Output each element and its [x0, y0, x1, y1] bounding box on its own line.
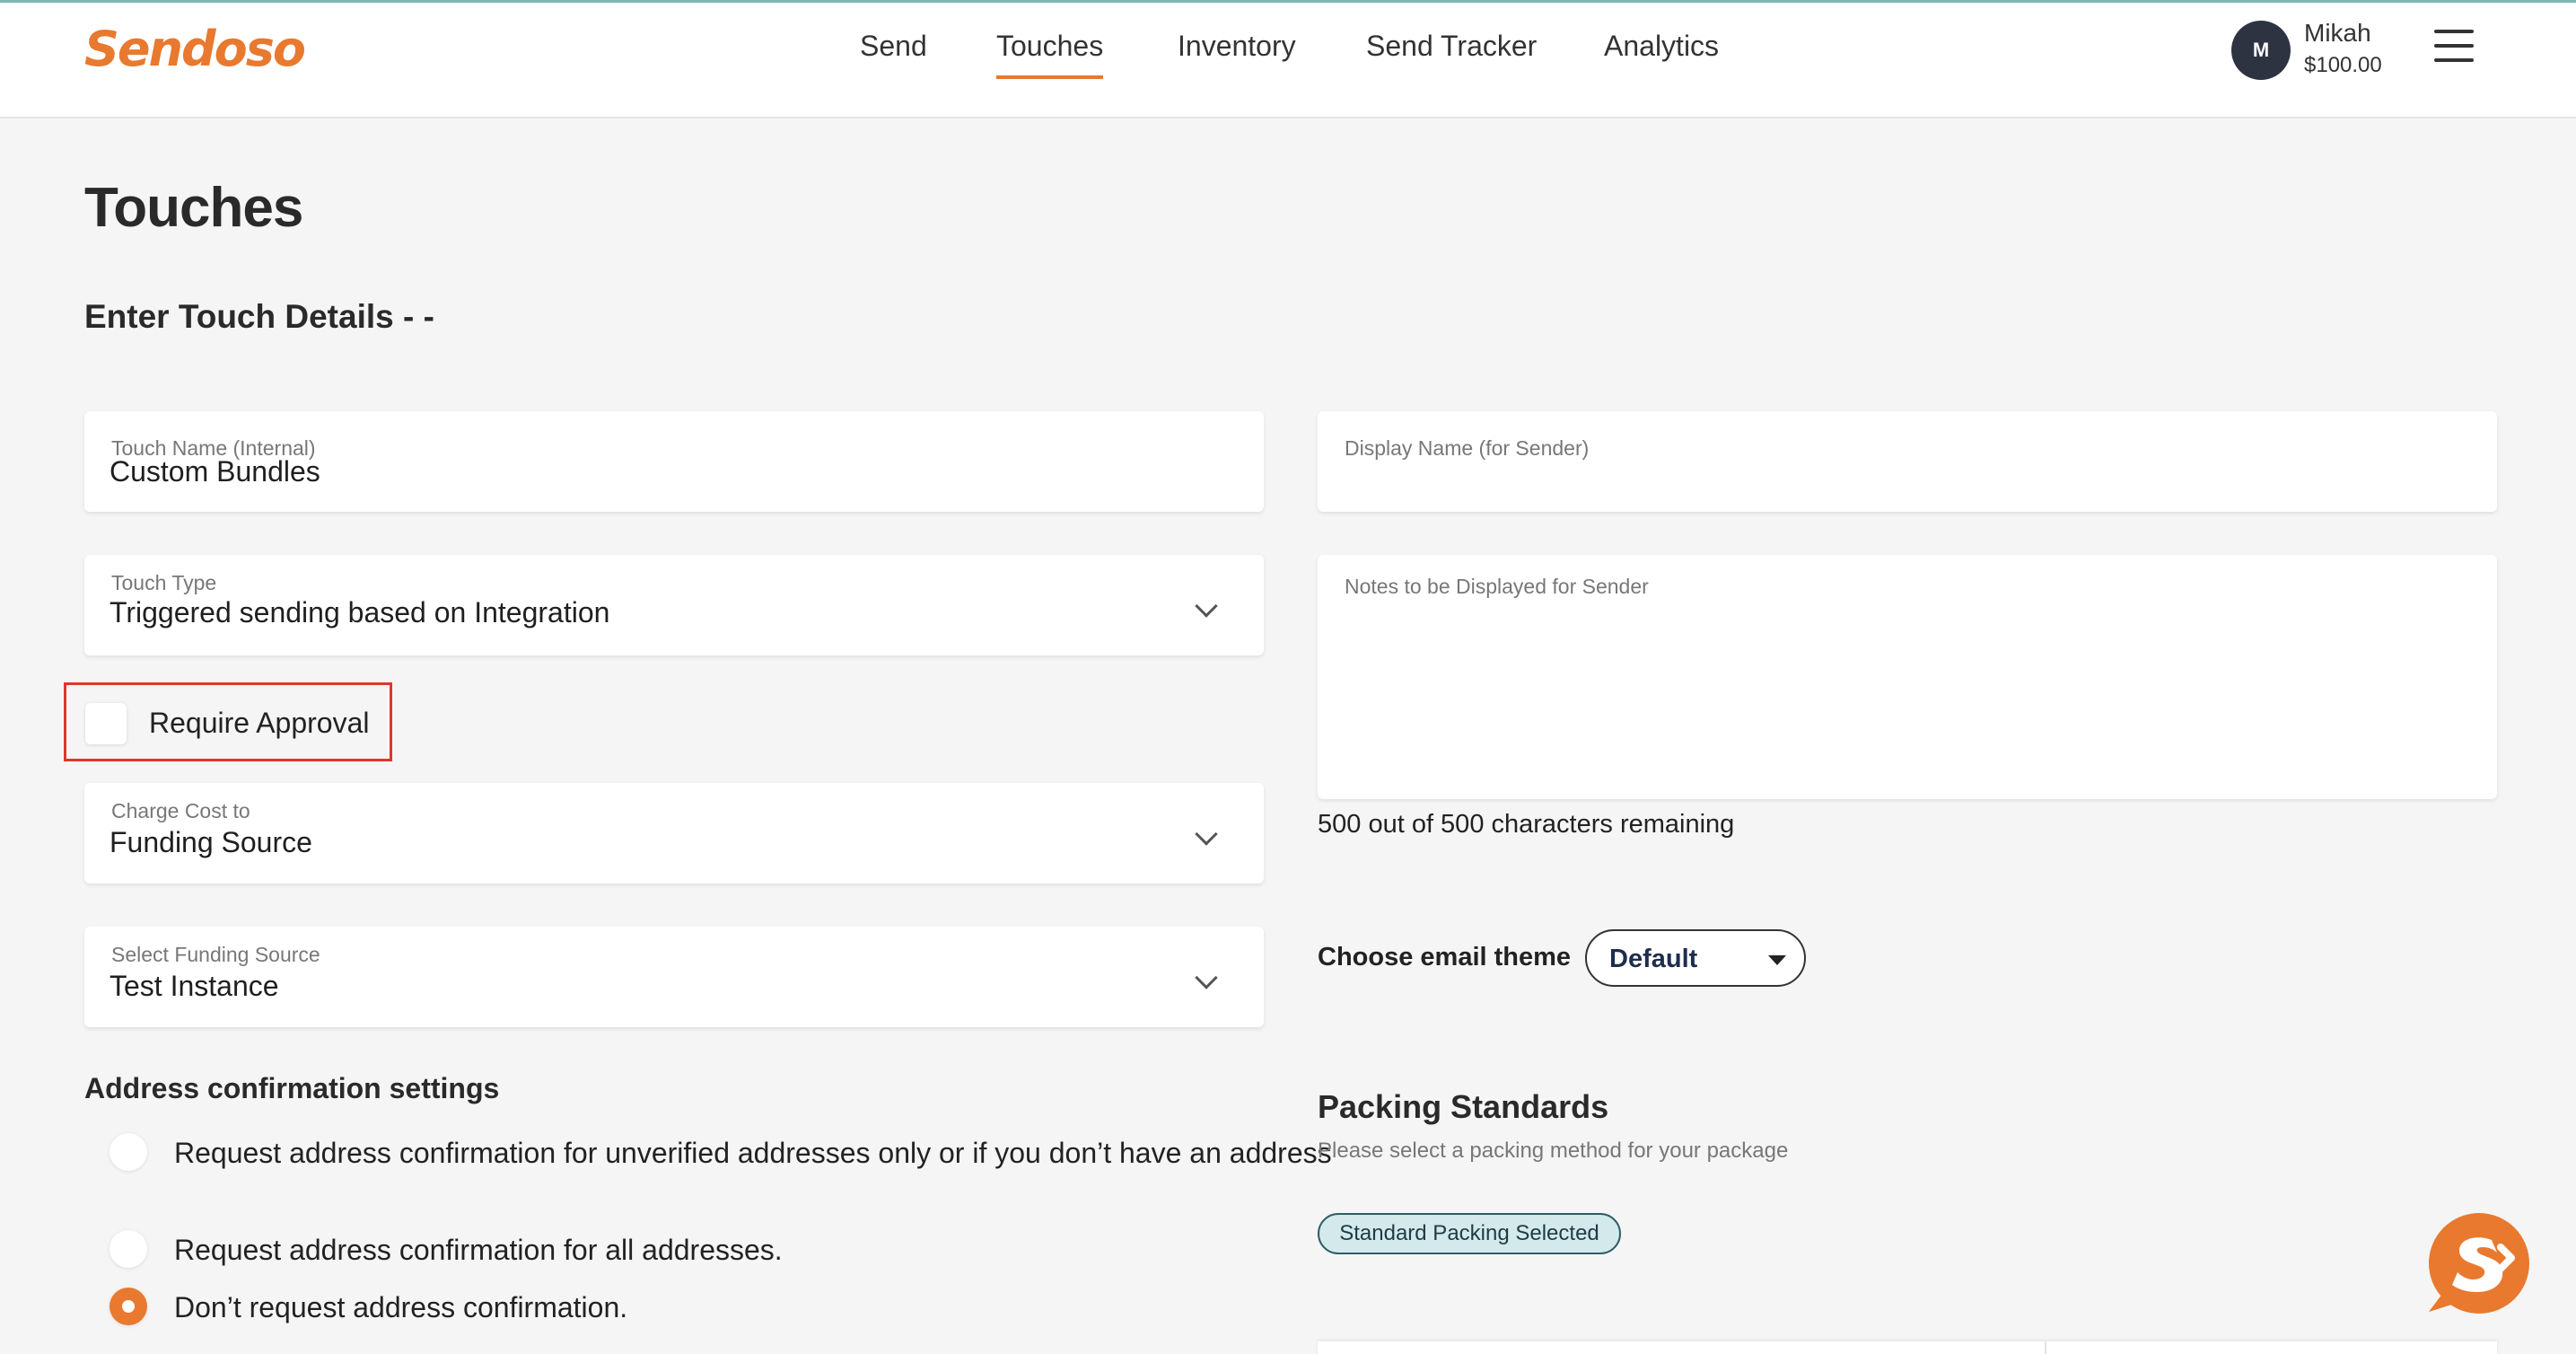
funding-source-value: Test Instance — [110, 970, 279, 1002]
section-title: Enter Touch Details - - — [84, 298, 434, 335]
charge-cost-select[interactable]: Charge Cost to Funding Source — [84, 783, 1264, 884]
sendoso-logo[interactable]: Sendoso — [84, 21, 306, 77]
nav-analytics[interactable]: Analytics — [1604, 30, 1719, 63]
charge-cost-value: Funding Source — [110, 826, 312, 858]
charge-cost-label: Charge Cost to — [111, 799, 250, 822]
avatar[interactable]: M — [2231, 21, 2291, 80]
chevron-down-icon[interactable] — [1195, 822, 1218, 846]
packing-standards-title: Packing Standards — [1318, 1088, 1609, 1125]
require-approval-label[interactable]: Require Approval — [149, 707, 369, 740]
top-navbar: Sendoso Send Touches Inventory Send Trac… — [0, 3, 2576, 119]
radio-button[interactable] — [110, 1133, 147, 1171]
require-approval-highlight: Require Approval — [64, 682, 392, 761]
require-approval-checkbox[interactable] — [85, 703, 127, 744]
email-theme-value: Default — [1609, 945, 1698, 973]
card-divider — [2045, 1341, 2046, 1354]
email-theme-select[interactable]: Default — [1585, 929, 1806, 987]
chevron-down-icon[interactable] — [1195, 594, 1218, 618]
funding-source-select[interactable]: Select Funding Source Test Instance — [84, 927, 1264, 1027]
touch-name-field[interactable]: Touch Name (Internal) Custom Bundles — [84, 411, 1264, 512]
sendoso-chat-bubble-icon[interactable] — [2422, 1213, 2531, 1317]
radio-button[interactable] — [110, 1230, 147, 1268]
nav-touches[interactable]: Touches — [996, 30, 1104, 79]
touch-type-label: Touch Type — [111, 571, 217, 594]
nav-send-tracker[interactable]: Send Tracker — [1366, 30, 1537, 63]
display-name-label: Display Name (for Sender) — [1345, 436, 1590, 460]
packing-standards-subtitle: Please select a packing method for your … — [1318, 1139, 1789, 1163]
address-option-label[interactable]: Request address confirmation for unverif… — [174, 1135, 1341, 1171]
caret-down-icon — [1768, 955, 1786, 965]
hamburger-menu-icon[interactable] — [2434, 28, 2474, 64]
funding-source-label: Select Funding Source — [111, 943, 320, 966]
touch-type-value: Triggered sending based on Integration — [110, 596, 610, 629]
nav-inventory[interactable]: Inventory — [1178, 30, 1296, 63]
address-option-label[interactable]: Don’t request address confirmation. — [174, 1289, 1341, 1325]
user-name: Mikah — [2304, 19, 2371, 47]
nav-send[interactable]: Send — [860, 30, 927, 63]
packing-options-card — [1318, 1341, 2497, 1354]
address-confirmation-title: Address confirmation settings — [84, 1072, 500, 1104]
address-option-label[interactable]: Request address confirmation for all add… — [174, 1232, 1341, 1268]
notes-textarea[interactable]: Notes to be Displayed for Sender — [1318, 555, 2497, 799]
chars-remaining-text: 500 out of 500 characters remaining — [1318, 810, 1735, 839]
notes-label: Notes to be Displayed for Sender — [1345, 575, 1649, 598]
chevron-down-icon[interactable] — [1195, 966, 1218, 989]
touch-name-value[interactable]: Custom Bundles — [110, 455, 320, 488]
display-name-field[interactable]: Display Name (for Sender) — [1318, 411, 2497, 512]
page-title: Touches — [84, 177, 303, 239]
user-balance: $100.00 — [2304, 53, 2382, 77]
email-theme-label: Choose email theme — [1318, 943, 1572, 972]
touch-type-select[interactable]: Touch Type Triggered sending based on In… — [84, 555, 1264, 655]
packing-status-badge[interactable]: Standard Packing Selected — [1318, 1213, 1621, 1254]
radio-button-checked[interactable] — [110, 1288, 147, 1325]
